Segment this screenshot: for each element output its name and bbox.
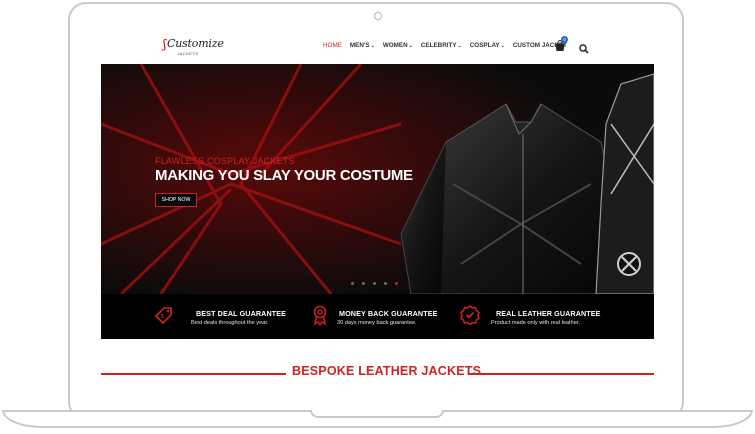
laptop-notch <box>310 410 444 418</box>
slider-dot[interactable] <box>351 282 354 285</box>
hero-title: MAKING YOU SLAY YOUR COSTUME <box>155 167 413 184</box>
hero-subtitle: FLAWLESS COSPLAY JACKETS <box>155 156 295 166</box>
slider-dots <box>351 282 398 285</box>
nav-item-label: MEN'S <box>349 42 370 49</box>
cart-button[interactable]: 0 <box>554 36 568 51</box>
site-logo[interactable]: ʃ Customize JACKETS <box>163 35 224 59</box>
logo-script-text: Customize <box>167 37 224 50</box>
svg-text:$: $ <box>161 314 164 320</box>
laptop-mockup: ʃ Customize JACKETS HOME MEN'S⌄ WOMEN⌄ C… <box>0 0 755 434</box>
hero-banner: FLAWLESS COSPLAY JACKETS MAKING YOU SLAY… <box>101 64 654 294</box>
feature-real-leather: REAL LEATHER GUARANTEE Product made only… <box>459 294 629 339</box>
search-button[interactable] <box>579 41 589 54</box>
feature-money-back: MONEY BACK GUARANTEE 30 days money back … <box>309 294 459 339</box>
feature-description: Product made only with real leather. <box>491 320 580 326</box>
bespoke-section-header: BESPOKE LEATHER JACKETS <box>101 339 654 385</box>
nav-item-label: CELEBRITY <box>420 42 457 49</box>
nav-item-home[interactable]: HOME <box>323 42 342 49</box>
nav-item-label: WOMEN <box>382 42 408 49</box>
logo-hanger-icon: ʃ <box>163 37 167 51</box>
slider-dot[interactable] <box>362 282 365 285</box>
slider-dot[interactable] <box>373 282 376 285</box>
nav-item-label: HOME <box>323 42 342 49</box>
site-header: ʃ Customize JACKETS HOME MEN'S⌄ WOMEN⌄ C… <box>101 30 654 64</box>
price-tag-icon: $ <box>154 307 172 325</box>
section-divider-right <box>468 373 654 375</box>
chevron-down-icon: ⌄ <box>408 43 413 49</box>
feature-best-deal: $ BEST DEAL GUARANTEE Best deals through… <box>153 294 303 339</box>
shop-now-button[interactable]: SHOP NOW <box>155 193 197 207</box>
nav-item-mens[interactable]: MEN'S⌄ <box>350 42 375 49</box>
chevron-down-icon: ⌄ <box>457 43 462 49</box>
logo-sub-text: JACKETS <box>177 51 199 56</box>
feature-title: REAL LEATHER GUARANTEE <box>496 309 601 318</box>
quality-badge-icon <box>460 305 480 326</box>
feature-title: MONEY BACK GUARANTEE <box>339 309 438 318</box>
feature-title: BEST DEAL GUARANTEE <box>196 309 287 318</box>
guarantees-strip: $ BEST DEAL GUARANTEE Best deals through… <box>101 294 654 339</box>
search-icon <box>579 44 589 54</box>
webcam-icon <box>374 12 382 20</box>
cart-count-badge: 0 <box>561 36 568 43</box>
section-title: BESPOKE LEATHER JACKETS <box>292 364 482 378</box>
nav-item-women[interactable]: WOMEN⌄ <box>383 42 413 49</box>
nav-item-label: COSPLAY <box>469 42 500 49</box>
nav-item-celebrity[interactable]: CELEBRITY⌄ <box>421 42 462 49</box>
website-screen: ʃ Customize JACKETS HOME MEN'S⌄ WOMEN⌄ C… <box>101 30 654 385</box>
main-nav: HOME MEN'S⌄ WOMEN⌄ CELEBRITY⌄ COSPLAY⌄ C… <box>323 42 567 49</box>
nav-item-cosplay[interactable]: COSPLAY⌄ <box>470 42 505 49</box>
feature-description: 30 days money back guarantee. <box>337 320 417 326</box>
slider-dot-active[interactable] <box>395 282 398 285</box>
chevron-down-icon: ⌄ <box>500 43 505 49</box>
section-divider-left <box>101 373 286 375</box>
award-ribbon-icon <box>313 305 327 326</box>
chevron-down-icon: ⌄ <box>370 43 375 49</box>
feature-description: Best deals throughout the year. <box>191 320 269 326</box>
slider-dot[interactable] <box>384 282 387 285</box>
